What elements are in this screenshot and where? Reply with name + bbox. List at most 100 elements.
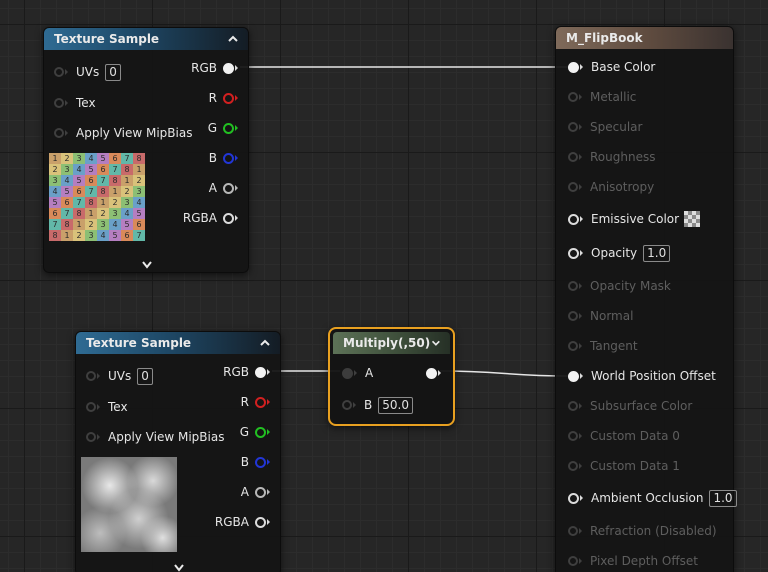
pin-tex[interactable]	[86, 402, 96, 412]
uvs-value[interactable]: 0	[137, 367, 153, 385]
input-pin[interactable]	[568, 281, 578, 291]
texture-sample-node-2[interactable]: Texture Sample UVs 0 Tex Apply View MipB…	[75, 331, 281, 572]
node-header[interactable]: Texture Sample	[44, 28, 248, 50]
uvs-value[interactable]: 0	[105, 63, 121, 81]
thumbnail-cell: 2	[121, 186, 133, 197]
output-b[interactable]: B	[209, 149, 238, 167]
material-pin-refraction-disabled[interactable]: Refraction (Disabled)	[568, 522, 717, 540]
chevron-down-icon[interactable]	[430, 336, 442, 350]
material-pin-opacity-mask[interactable]: Opacity Mask	[568, 277, 671, 295]
pin-mipbias[interactable]	[54, 128, 64, 138]
input-b[interactable]: B 50.0	[342, 396, 413, 414]
input-pin[interactable]	[568, 431, 578, 441]
pin-r[interactable]	[255, 396, 266, 408]
chevron-up-icon[interactable]	[258, 336, 272, 350]
output-a[interactable]: A	[241, 483, 270, 501]
pin-tex[interactable]	[54, 98, 64, 108]
material-pin-tangent[interactable]: Tangent	[568, 337, 638, 355]
material-pin-ambient-occlusion[interactable]: Ambient Occlusion 1.0	[568, 489, 737, 507]
material-pin-custom-data-1[interactable]: Custom Data 1	[568, 457, 680, 475]
input-pin[interactable]	[568, 311, 578, 321]
material-pin-custom-data-0[interactable]: Custom Data 0	[568, 427, 680, 445]
material-pin-roughness[interactable]: Roughness	[568, 148, 655, 166]
node-header[interactable]: Multiply(,50)	[333, 332, 450, 354]
pin-g[interactable]	[223, 122, 234, 134]
thumbnail-cell: 5	[73, 175, 85, 186]
material-pin-specular[interactable]: Specular	[568, 118, 642, 136]
output-rgba[interactable]: RGBA	[215, 513, 270, 531]
pin-value-box[interactable]: 1.0	[643, 244, 671, 262]
pin-b-input[interactable]	[342, 400, 352, 410]
output-rgba[interactable]: RGBA	[183, 209, 238, 227]
material-pin-pixel-depth-offset[interactable]: Pixel Depth Offset	[568, 552, 698, 570]
material-pin-world-position-offset[interactable]: World Position Offset	[568, 367, 716, 385]
pin-uvs[interactable]	[86, 371, 96, 381]
output-r[interactable]: R	[241, 393, 270, 411]
output-r[interactable]: R	[209, 89, 238, 107]
input-pin[interactable]	[568, 492, 579, 504]
chevron-up-icon[interactable]	[226, 32, 240, 46]
node-header[interactable]: Texture Sample	[76, 332, 280, 354]
multiply-node[interactable]: Multiply(,50) A B 50.0	[328, 327, 455, 426]
output-g[interactable]: G	[208, 119, 238, 137]
input-pin[interactable]	[568, 370, 579, 382]
pin-value-box[interactable]: 1.0	[709, 489, 737, 507]
pin-rgba[interactable]	[255, 516, 266, 528]
input-pin[interactable]	[568, 526, 578, 536]
input-pin[interactable]	[568, 61, 579, 73]
material-pin-anisotropy[interactable]: Anisotropy	[568, 178, 654, 196]
input-pin[interactable]	[568, 401, 578, 411]
input-pin[interactable]	[568, 122, 578, 132]
input-tex[interactable]: Tex	[54, 94, 96, 112]
input-a[interactable]: A	[342, 364, 373, 382]
pin-label: Opacity	[591, 246, 638, 260]
output-b[interactable]: B	[241, 453, 270, 471]
input-apply-view-mipbias[interactable]: Apply View MipBias	[54, 124, 192, 142]
material-pin-metallic[interactable]: Metallic	[568, 88, 636, 106]
node-header[interactable]: M_FlipBook	[556, 27, 733, 49]
input-tex[interactable]: Tex	[86, 398, 128, 416]
input-pin[interactable]	[568, 556, 578, 566]
output-rgb[interactable]: RGB	[223, 363, 270, 381]
input-uvs[interactable]: UVs 0	[86, 367, 153, 385]
pin-a[interactable]	[223, 182, 234, 194]
material-pin-emissive-color[interactable]: Emissive Color	[568, 210, 701, 228]
output-a[interactable]: A	[209, 179, 238, 197]
pin-rgb[interactable]	[223, 62, 234, 74]
pin-rgb[interactable]	[255, 366, 266, 378]
pin-result-output[interactable]	[426, 367, 437, 379]
input-apply-view-mipbias[interactable]: Apply View MipBias	[86, 428, 224, 446]
input-pin[interactable]	[568, 182, 578, 192]
b-value[interactable]: 50.0	[378, 396, 413, 414]
input-pin[interactable]	[568, 341, 578, 351]
pin-b[interactable]	[255, 456, 266, 468]
checker-swatch-icon[interactable]	[684, 211, 701, 227]
chevron-down-icon[interactable]	[140, 260, 154, 270]
material-pin-base-color[interactable]: Base Color	[568, 58, 655, 76]
chevron-down-icon[interactable]	[172, 563, 186, 572]
pin-b[interactable]	[223, 152, 234, 164]
input-pin[interactable]	[568, 247, 579, 259]
pin-r[interactable]	[223, 92, 234, 104]
material-pin-normal[interactable]: Normal	[568, 307, 633, 325]
wire-multiply-to-world-position-offset[interactable]	[439, 370, 569, 377]
pin-a[interactable]	[255, 486, 266, 498]
output-g[interactable]: G	[240, 423, 270, 441]
input-uvs[interactable]: UVs 0	[54, 63, 121, 81]
pin-a-input[interactable]	[342, 367, 353, 379]
pin-rgba[interactable]	[223, 212, 234, 224]
output-rgb[interactable]: RGB	[191, 59, 238, 77]
material-result-node[interactable]: M_FlipBook Base Color Metallic Specular Rou…	[555, 26, 737, 572]
pin-mipbias[interactable]	[86, 432, 96, 442]
pin-g[interactable]	[255, 426, 266, 438]
material-pin-subsurface-color[interactable]: Subsurface Color	[568, 397, 692, 415]
input-pin[interactable]	[568, 92, 578, 102]
texture-sample-node-1[interactable]: Texture Sample UVs 0 Tex Apply View MipB…	[43, 27, 249, 273]
material-pin-opacity[interactable]: Opacity 1.0	[568, 244, 671, 262]
label-uvs: UVs	[76, 65, 100, 79]
output-result[interactable]	[426, 364, 441, 382]
input-pin[interactable]	[568, 152, 578, 162]
input-pin[interactable]	[568, 461, 578, 471]
input-pin[interactable]	[568, 213, 579, 225]
pin-uvs[interactable]	[54, 67, 64, 77]
